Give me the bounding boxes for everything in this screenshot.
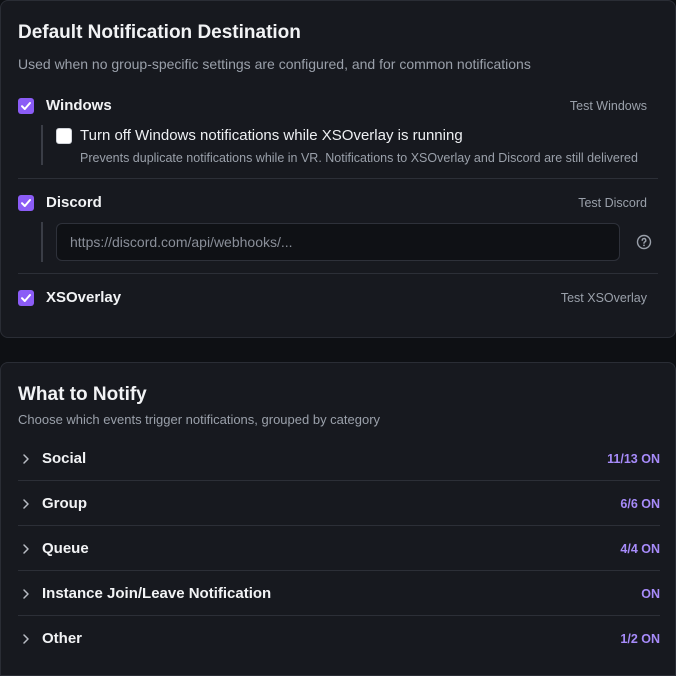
discord-checkbox[interactable]	[18, 195, 34, 211]
test-windows-button[interactable]: Test Windows	[570, 99, 647, 113]
category-row-social[interactable]: Social 11/13 ON	[18, 436, 660, 481]
xsoverlay-checkbox[interactable]	[18, 290, 34, 306]
check-icon	[21, 294, 31, 302]
test-discord-button[interactable]: Test Discord	[578, 196, 647, 210]
category-count: 4/4 ON	[620, 541, 660, 556]
chevron-right-icon	[23, 633, 29, 644]
category-row-instance-join-leave[interactable]: Instance Join/Leave Notification ON	[18, 571, 660, 616]
divider	[18, 273, 658, 274]
windows-checkbox[interactable]	[18, 98, 34, 114]
check-icon	[21, 199, 31, 207]
discord-webhook-input[interactable]	[56, 223, 620, 261]
notify-title: What to Notify	[18, 384, 147, 405]
chevron-right-icon	[23, 543, 29, 554]
category-count: ON	[641, 586, 660, 601]
xsoverlay-mute-checkbox[interactable]	[56, 128, 72, 144]
notify-subtitle: Choose which events trigger notification…	[18, 412, 381, 427]
destination-card: Default Notification Destination Used wh…	[0, 0, 676, 338]
category-row-group[interactable]: Group 6/6 ON	[18, 481, 660, 526]
category-name: Other	[42, 630, 83, 647]
category-row-other[interactable]: Other 1/2 ON	[18, 616, 660, 661]
windows-label: Windows	[46, 97, 112, 114]
chevron-right-icon	[23, 498, 29, 509]
category-count: 11/13 ON	[607, 451, 660, 466]
category-name: Instance Join/Leave Notification	[42, 585, 272, 602]
category-count: 6/6 ON	[620, 496, 660, 511]
discord-label: Discord	[46, 194, 102, 211]
xsoverlay-label: XSOverlay	[46, 289, 122, 306]
divider	[18, 178, 658, 179]
category-name: Group	[42, 495, 87, 512]
destination-subtitle: Used when no group-specific settings are…	[18, 56, 531, 72]
check-icon	[21, 102, 31, 110]
category-name: Social	[42, 450, 87, 467]
destination-title: Default Notification Destination	[18, 22, 301, 43]
help-circle-icon[interactable]	[636, 234, 652, 250]
discord-indent-bar	[41, 222, 43, 262]
chevron-right-icon	[23, 453, 29, 464]
category-row-queue[interactable]: Queue 4/4 ON	[18, 526, 660, 571]
notify-card: What to Notify Choose which events trigg…	[0, 362, 676, 676]
chevron-right-icon	[23, 588, 29, 599]
windows-indent-bar	[41, 125, 43, 165]
test-xsoverlay-button[interactable]: Test XSOverlay	[561, 291, 647, 305]
xsoverlay-mute-description: Prevents duplicate notifications while i…	[80, 151, 638, 165]
xsoverlay-mute-label: Turn off Windows notifications while XSO…	[80, 127, 463, 144]
category-count: 1/2 ON	[620, 631, 660, 646]
category-name: Queue	[42, 540, 89, 557]
